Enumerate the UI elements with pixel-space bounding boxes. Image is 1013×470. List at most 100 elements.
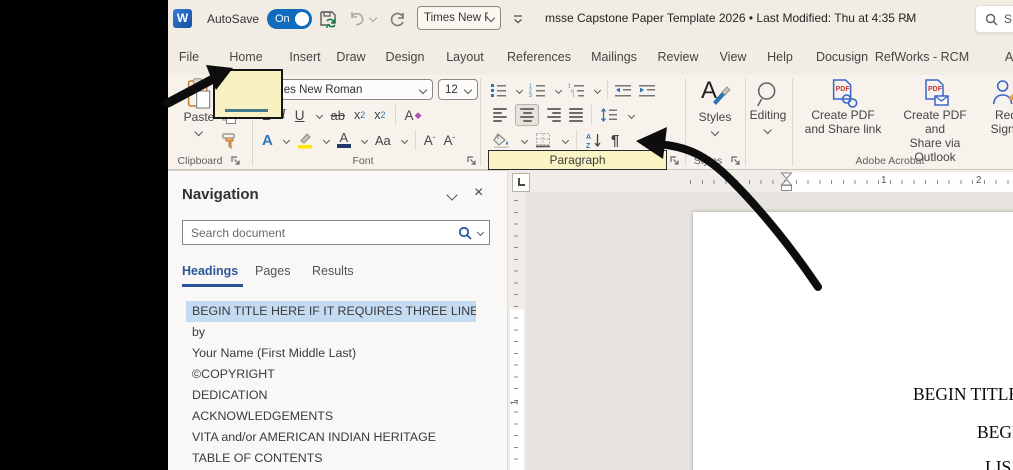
word-logo-icon[interactable]: W [173,9,192,28]
nav-heading-item[interactable]: Your Name (First Middle Last) [186,343,476,364]
nav-heading-item[interactable]: DEDICATION [186,385,476,406]
tab-references[interactable]: References [507,50,571,64]
paragraph-dialog-launcher-icon[interactable] [669,155,681,167]
tab-mailings[interactable]: Mailings [591,50,637,64]
navigation-search-icon[interactable] [458,226,472,240]
navigation-search-box[interactable] [182,220,490,245]
borders-chevron-icon[interactable] [561,136,570,144]
highlight-button[interactable] [297,132,313,149]
text-effects-button[interactable]: A [262,132,273,149]
document-page[interactable]: BEGIN TITLE BEGI LIS [693,212,1013,470]
multilevel-list-button[interactable]: 1 a i [568,83,585,97]
quick-font-selector[interactable]: Times New Rc [417,6,501,30]
numbering-button[interactable]: 1 2 3 [529,83,546,97]
font-color-chevron-icon[interactable] [360,136,368,144]
vertical-ruler[interactable]: 1 [508,192,526,470]
font-size-selector[interactable]: 12 [438,79,478,100]
document-title[interactable]: msse Capstone Paper Template 2026 • Last… [545,11,916,25]
font-dialog-launcher-icon[interactable] [466,155,478,167]
change-case-chevron-icon[interactable] [400,136,408,144]
nav-tab-results[interactable]: Results [312,264,354,278]
request-signatures-button[interactable]: Req Signa [991,78,1013,136]
navigation-pane: Navigation × Headings Pages Results BEGI… [168,170,508,470]
indent-marker-icon[interactable] [780,172,793,192]
tab-refworks[interactable]: RefWorks - RCM [875,50,969,64]
line-spacing-chevron-icon[interactable] [627,111,636,119]
borders-button[interactable] [535,132,552,148]
tab-stop-selector[interactable] [512,173,530,192]
nav-heading-item[interactable]: VITA and/or AMERICAN INDIAN HERITAGE [186,427,476,448]
decrease-indent-button[interactable] [615,84,632,97]
ribbon: Paste Clipboard Times New Roman 12 I U a… [168,75,1013,170]
tab-help[interactable]: Help [767,50,793,64]
align-center-button[interactable] [515,104,539,126]
editing-button[interactable]: Editing [750,80,786,136]
tab-view[interactable]: View [720,50,747,64]
undo-chevron-icon[interactable] [368,13,378,23]
tab-acrobat[interactable]: A [1005,50,1013,64]
horizontal-ruler[interactable]: 1 2 [530,172,1013,192]
bullets-button[interactable] [490,83,507,97]
align-left-button[interactable] [493,108,507,122]
nav-heading-item[interactable]: by [186,322,476,343]
tab-design[interactable]: Design [386,50,425,64]
subscript-button[interactable]: x2 [354,108,365,122]
tab-draw[interactable]: Draw [336,50,365,64]
nav-heading-item[interactable]: TABLE OF CONTENTS [186,448,476,469]
nav-heading-item[interactable]: BEGIN TITLE HERE IF IT REQUIRES THREE LI… [186,301,476,322]
font-name-selector[interactable]: Times New Roman [258,79,433,100]
font-color-button[interactable]: A [336,131,351,148]
tab-home[interactable]: Home [229,50,262,64]
line-spacing-button[interactable] [600,108,618,122]
nav-heading-item[interactable]: ©COPYRIGHT [186,364,476,385]
show-formatting-marks-button[interactable]: ¶ [611,132,619,149]
nav-tab-headings[interactable]: Headings [182,264,238,278]
create-pdf-share-outlook-button[interactable]: PDF Create PDF and Share via Outlook [896,78,974,164]
clipboard-dialog-launcher-icon[interactable] [230,155,242,167]
format-painter-button[interactable] [221,132,239,149]
tab-insert[interactable]: Insert [289,50,320,64]
create-pdf-share-link-button[interactable]: PDF Create PDF and Share link [804,78,882,136]
navigation-search-input[interactable] [191,225,452,240]
save-icon[interactable] [318,9,338,29]
tab-layout[interactable]: Layout [446,50,484,64]
multilevel-chevron-icon[interactable] [593,86,602,94]
nav-tab-pages[interactable]: Pages [255,264,290,278]
tab-file[interactable]: File [179,50,199,64]
highlight-chevron-icon[interactable] [322,136,330,144]
align-right-button[interactable] [547,108,561,122]
svg-text:3: 3 [529,93,532,97]
navigation-pane-close-icon[interactable]: × [474,184,483,202]
undo-icon[interactable] [348,10,366,28]
styles-button[interactable]: A Styles [698,77,732,138]
autosave-toggle[interactable]: On [267,9,312,29]
navigation-pane-chevron-icon[interactable] [446,189,458,201]
underline-chevron-icon[interactable] [315,111,323,119]
grow-font-button[interactable]: Aˆ [424,133,436,148]
clear-formatting-button[interactable]: A ◆ [405,108,422,123]
titlebar-search-box[interactable]: S [975,5,1013,33]
customize-toolbar-icon[interactable] [512,13,524,25]
underline-button[interactable]: U [295,108,305,123]
redo-icon[interactable] [388,10,406,28]
shading-chevron-icon[interactable] [520,136,529,144]
paste-button[interactable]: Paste [184,78,214,138]
navigation-search-chevron-icon[interactable] [476,228,485,237]
sort-button[interactable]: A Z [585,132,603,149]
shading-button[interactable] [492,132,511,148]
sort-az-icon: A Z [586,133,601,149]
change-case-button[interactable]: Aa [375,133,391,148]
text-effects-chevron-icon[interactable] [282,136,290,144]
increase-indent-button[interactable] [639,84,656,97]
create-pdf-link-label-2: and Share link [804,122,882,136]
bullets-chevron-icon[interactable] [515,86,524,94]
strikethrough-button[interactable]: ab [331,108,345,123]
styles-dialog-launcher-icon[interactable] [730,155,742,167]
shrink-font-button[interactable]: Aˇ [443,133,455,148]
tab-review[interactable]: Review [658,50,699,64]
tab-docusign[interactable]: Docusign [816,50,868,64]
superscript-button[interactable]: x2 [374,108,385,122]
justify-button[interactable] [569,108,583,122]
numbering-chevron-icon[interactable] [554,86,563,94]
nav-heading-item[interactable]: ACKNOWLEDGEMENTS [186,406,476,427]
